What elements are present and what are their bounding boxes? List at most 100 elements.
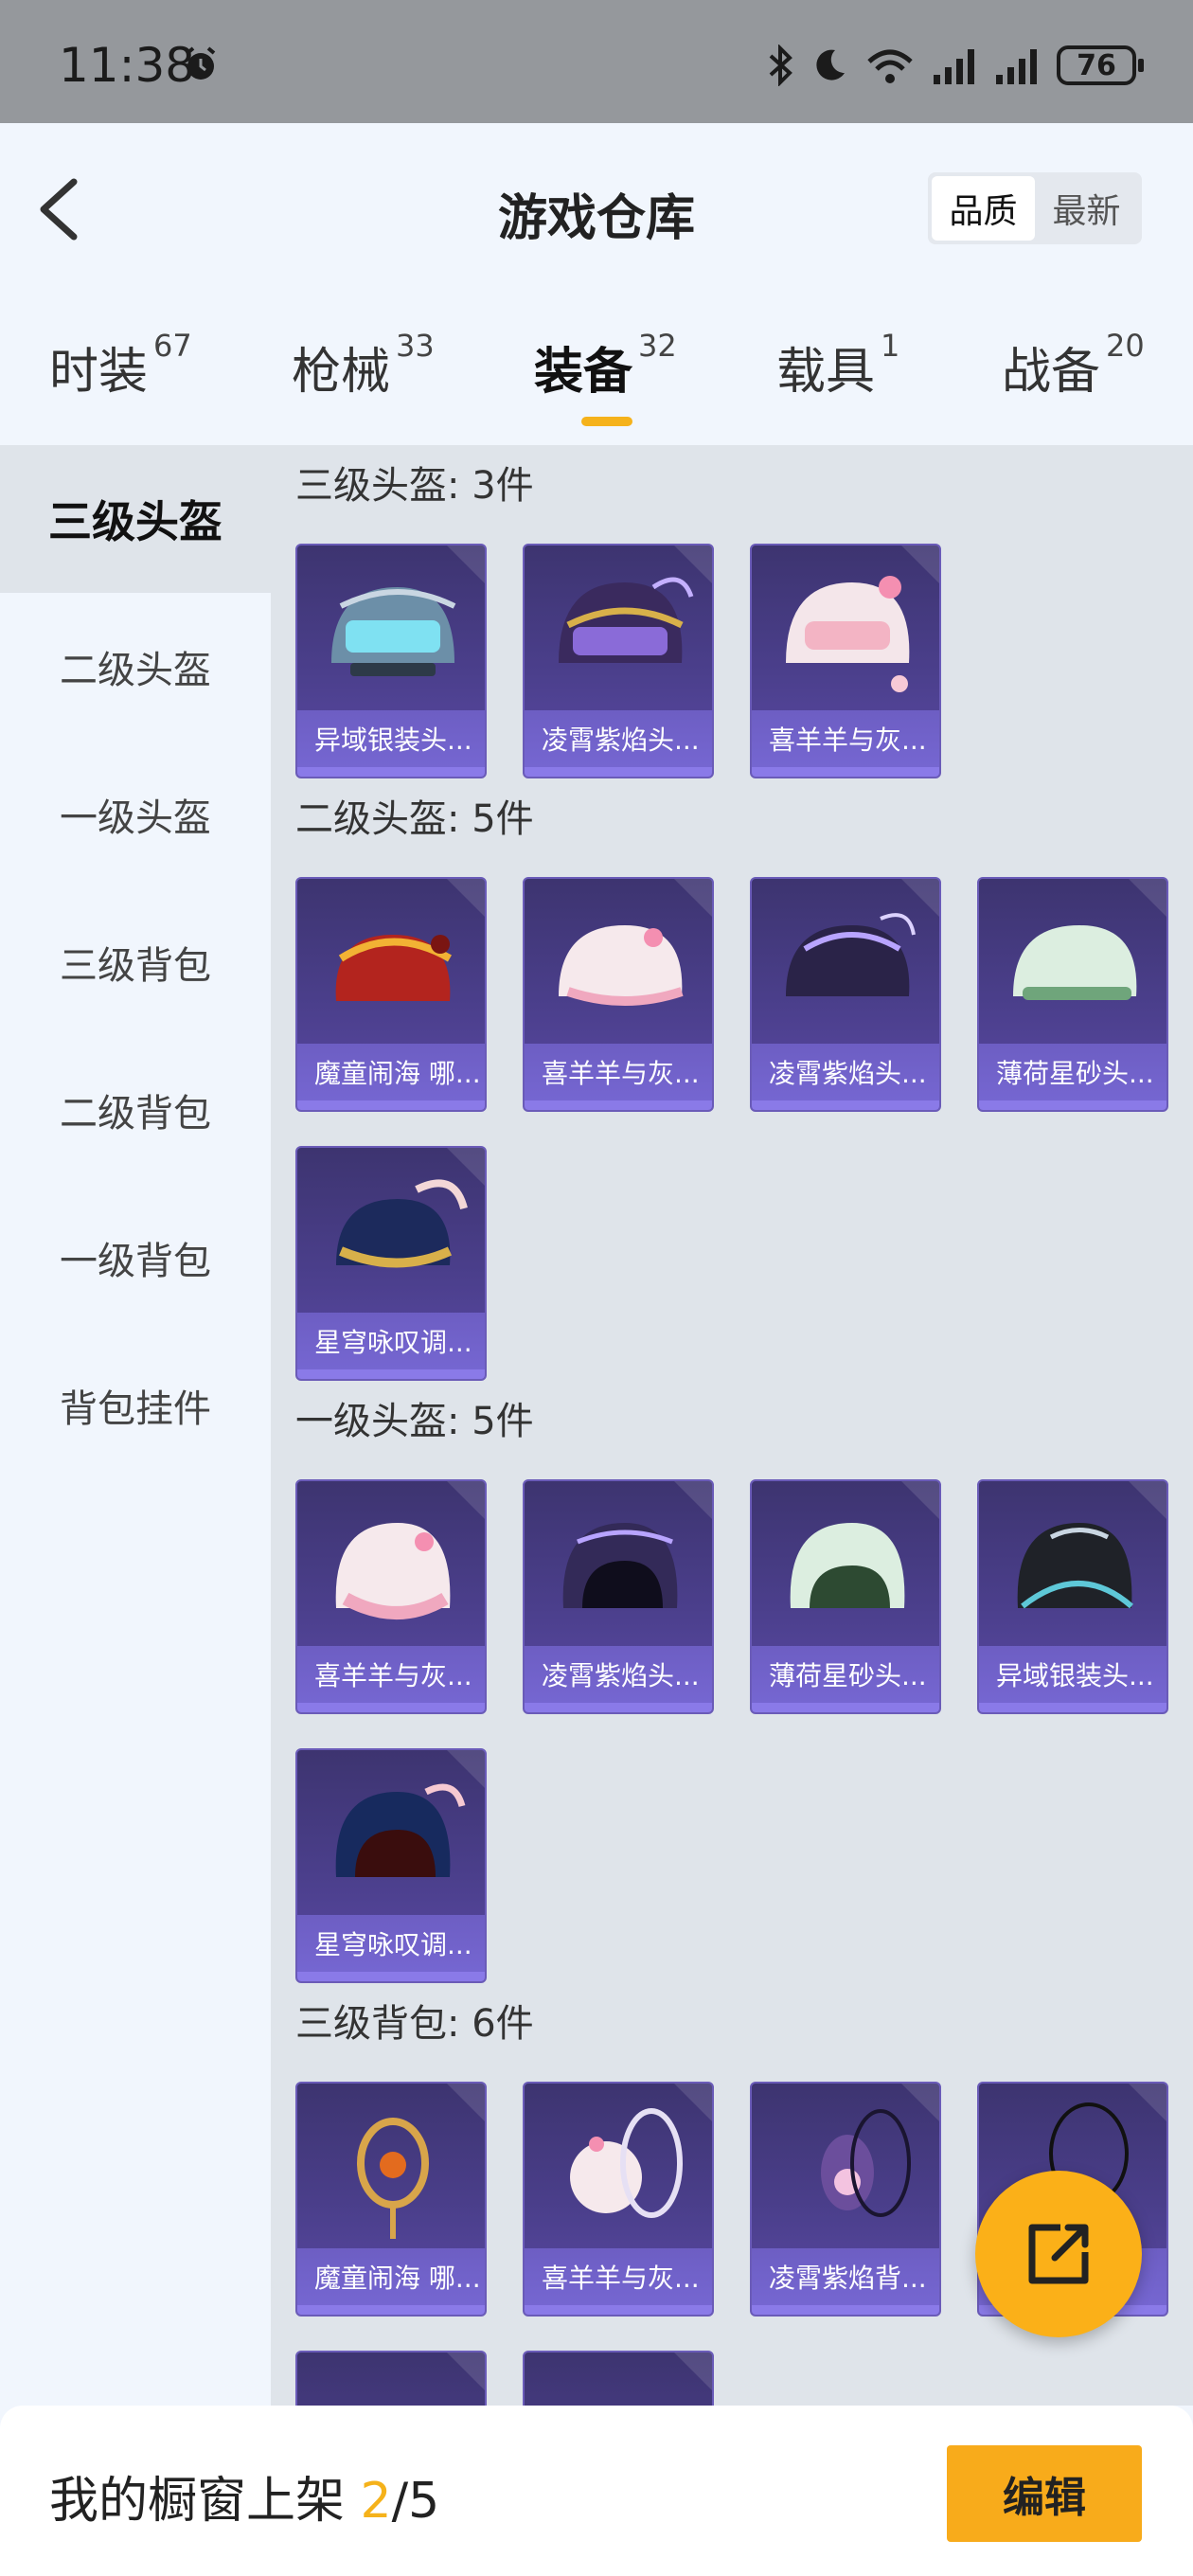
alarm-icon bbox=[186, 46, 216, 80]
helmet-icon bbox=[786, 913, 916, 996]
helmet-icon bbox=[335, 1523, 451, 1619]
bottom-bar: 我的橱窗上架 2/5 编辑 bbox=[0, 2406, 1193, 2576]
item-card[interactable]: 喜羊羊与灰... bbox=[523, 2082, 714, 2317]
item-name: 凌霄紫焰头... bbox=[752, 1044, 939, 1100]
sidebar-item-lv2-backpack[interactable]: 二级背包 bbox=[0, 1036, 271, 1184]
item-card[interactable]: 薄荷星砂头... bbox=[977, 877, 1168, 1112]
active-tab-indicator bbox=[581, 417, 632, 426]
tab-count: 20 bbox=[1106, 328, 1145, 364]
sort-toggle: 品质 最新 bbox=[928, 172, 1142, 244]
sort-by-quality[interactable]: 品质 bbox=[932, 176, 1035, 241]
moon-icon bbox=[816, 49, 845, 80]
item-name: 喜羊羊与灰... bbox=[752, 710, 939, 767]
item-card[interactable]: 凌霄紫焰背... bbox=[750, 2082, 941, 2317]
rarity-bar bbox=[752, 1100, 939, 1110]
sidebar-item-lv1-helmet[interactable]: 一级头盔 bbox=[0, 741, 271, 888]
category-tabs: 时装 67 枪械 33 装备 32 载具 1 战备 20 bbox=[0, 313, 1193, 426]
helmet-icon bbox=[335, 935, 453, 1001]
helmet-icon bbox=[562, 1523, 678, 1608]
share-icon bbox=[1028, 2224, 1089, 2284]
helmet-icon bbox=[1017, 1523, 1133, 1609]
rarity-bar bbox=[525, 767, 712, 777]
battery-indicator: 76 bbox=[1057, 45, 1144, 85]
helmet-icon bbox=[559, 925, 684, 1006]
helmet-icon bbox=[559, 577, 694, 663]
item-card[interactable]: 星穹咏叹调... bbox=[295, 1748, 487, 1983]
tab-count: 33 bbox=[396, 328, 435, 364]
backpack-icon bbox=[357, 2118, 429, 2239]
tab-fashion[interactable]: 时装 67 bbox=[49, 328, 192, 402]
tab-label: 枪械 bbox=[292, 344, 391, 401]
rarity-bar bbox=[752, 1703, 939, 1712]
item-name: 异域银装头... bbox=[979, 1646, 1166, 1703]
item-name: 喜羊羊与灰... bbox=[525, 1044, 712, 1100]
item-card[interactable]: 魔童闹海 哪... bbox=[295, 877, 487, 1112]
helmet-icon bbox=[331, 587, 456, 676]
rarity-bar bbox=[297, 2305, 485, 2315]
sidebar-item-lv1-backpack[interactable]: 一级背包 bbox=[0, 1184, 271, 1332]
shelf-total: /5 bbox=[391, 2473, 440, 2530]
item-card[interactable]: 凌霄紫焰头... bbox=[523, 1479, 714, 1714]
sidebar-item-lv3-helmet[interactable]: 三级头盔 bbox=[0, 445, 271, 593]
section-lv3-helmet: 三级头盔: 3件 bbox=[295, 456, 534, 515]
content-area: 三级头盔 二级头盔 一级头盔 三级背包 二级背包 一级背包 背包挂件 三级头盔:… bbox=[0, 445, 1193, 2406]
sidebar-item-lv2-helmet[interactable]: 二级头盔 bbox=[0, 593, 271, 741]
item-card[interactable]: 喜羊羊与灰... bbox=[523, 877, 714, 1112]
section-lv1-helmet: 一级头盔: 5件 bbox=[295, 1392, 534, 1451]
helmet-icon bbox=[335, 1783, 466, 1877]
rarity-bar bbox=[525, 1100, 712, 1110]
rarity-bar bbox=[297, 1100, 485, 1110]
helmet-icon bbox=[336, 1179, 468, 1268]
item-name: 凌霄紫焰头... bbox=[525, 710, 712, 767]
item-card[interactable]: 凌霄紫焰头... bbox=[523, 544, 714, 778]
helmet-icon bbox=[1013, 925, 1137, 1000]
tab-supplies[interactable]: 战备 20 bbox=[1002, 328, 1145, 402]
sidebar: 三级头盔 二级头盔 一级头盔 三级背包 二级背包 一级背包 背包挂件 bbox=[0, 445, 271, 2406]
rarity-bar bbox=[752, 767, 939, 777]
item-card[interactable]: 魔童闹海 哪... bbox=[295, 2082, 487, 2317]
sidebar-item-lv3-backpack[interactable]: 三级背包 bbox=[0, 888, 271, 1036]
helmet-icon bbox=[786, 576, 910, 692]
item-card[interactable]: 凌霄紫焰头... bbox=[750, 877, 941, 1112]
tab-label: 载具 bbox=[776, 344, 876, 401]
sidebar-item-backpack-charm[interactable]: 背包挂件 bbox=[0, 1332, 271, 1479]
section-title: 三级背包: 6件 bbox=[295, 2002, 534, 2046]
item-card[interactable]: 异域银装头... bbox=[977, 1479, 1168, 1714]
section-lv2-helmet: 二级头盔: 5件 bbox=[295, 790, 534, 849]
item-name: 魔童闹海 哪... bbox=[297, 1044, 485, 1100]
item-card[interactable]: 异域银装头... bbox=[295, 544, 487, 778]
tab-vehicles[interactable]: 载具 1 bbox=[776, 328, 899, 402]
section-title: 三级头盔: 3件 bbox=[295, 464, 534, 508]
edit-button[interactable]: 编辑 bbox=[947, 2445, 1142, 2542]
tab-label: 战备 bbox=[1002, 344, 1101, 401]
shelf-status: 我的橱窗上架 2/5 bbox=[49, 2460, 439, 2531]
card-corner bbox=[674, 2352, 712, 2390]
sort-by-newest[interactable]: 最新 bbox=[1035, 176, 1138, 241]
item-card[interactable]: 星穹咏叹调... bbox=[295, 1146, 487, 1381]
item-name: 薄荷星砂头... bbox=[979, 1044, 1166, 1100]
item-card[interactable] bbox=[295, 2351, 487, 2406]
item-name: 凌霄紫焰头... bbox=[525, 1646, 712, 1703]
item-name: 魔童闹海 哪... bbox=[297, 2248, 485, 2305]
item-name: 薄荷星砂头... bbox=[752, 1646, 939, 1703]
card-corner bbox=[447, 2352, 485, 2390]
signal-icon-2 bbox=[996, 49, 1037, 84]
tab-label: 装备 bbox=[534, 344, 633, 401]
item-name: 星穹咏叹调... bbox=[297, 1915, 485, 1972]
item-card[interactable]: 喜羊羊与灰... bbox=[750, 544, 941, 778]
rarity-bar bbox=[297, 1703, 485, 1712]
section-title: 一级头盔: 5件 bbox=[295, 1400, 534, 1443]
item-card[interactable]: 喜羊羊与灰... bbox=[295, 1479, 487, 1714]
section-title: 二级头盔: 5件 bbox=[295, 797, 534, 841]
tab-count: 32 bbox=[638, 328, 677, 364]
item-card[interactable] bbox=[523, 2351, 714, 2406]
rarity-bar bbox=[979, 1100, 1166, 1110]
wifi-icon bbox=[867, 49, 913, 83]
tab-equipment[interactable]: 装备 32 bbox=[534, 328, 677, 426]
item-card[interactable]: 薄荷星砂头... bbox=[750, 1479, 941, 1714]
tab-weapons[interactable]: 枪械 33 bbox=[292, 328, 435, 402]
share-button[interactable] bbox=[975, 2171, 1142, 2337]
backpack-icon bbox=[821, 2109, 911, 2217]
status-bar: 11:38 76 bbox=[0, 0, 1193, 123]
shelf-label: 我的橱窗上架 bbox=[49, 2473, 361, 2530]
